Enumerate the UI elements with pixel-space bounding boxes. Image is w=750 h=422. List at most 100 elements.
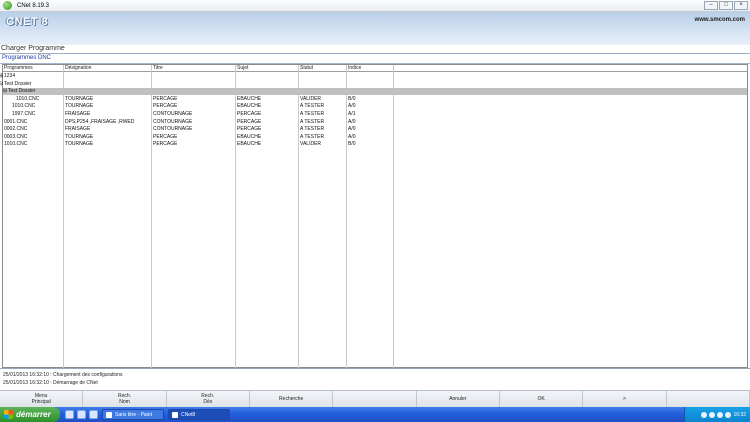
task-paint[interactable]: Sans titre - Paint xyxy=(102,409,164,420)
maximize-button[interactable]: □ xyxy=(719,1,733,10)
program-name: 1997.CNC xyxy=(12,111,36,117)
media-player-icon[interactable] xyxy=(89,410,98,419)
column-header[interactable]: Statut xyxy=(299,65,313,72)
programmes-table: Programmes Désignation Titre Sujet Statu… xyxy=(0,64,748,369)
table-cell: EBAUCHE xyxy=(237,95,262,102)
recherche-button[interactable]: Recherche xyxy=(249,391,334,407)
table-cell: PERCAGE xyxy=(153,133,178,140)
title-bar: CNet 8.19.3 – □ × xyxy=(0,0,750,12)
volume-icon[interactable] xyxy=(725,411,732,418)
windows-taskbar: démarrer Sans titre - Paint CNet8 16:32 xyxy=(0,407,750,422)
table-cell: A TESTER xyxy=(300,103,325,110)
program-name: 1010.CNC xyxy=(4,141,28,148)
table-cell: PERCAGE xyxy=(237,126,262,133)
programmes-panel: Programmes DNC Programmes Désignation Ti… xyxy=(0,53,750,369)
expand-icon[interactable]: ⊞ xyxy=(0,73,3,80)
table-cell: A TESTER xyxy=(300,126,325,133)
paint-icon xyxy=(106,411,112,418)
program-name: 0002.CNC xyxy=(4,126,28,133)
table-row[interactable]: 0003.CNC TOURNAGE PERCAGE EBAUCHE A TESTER A/… xyxy=(3,134,747,141)
website-url: www.smcom.com xyxy=(694,17,745,23)
table-cell: A/0 xyxy=(348,103,356,110)
window-controls: – □ × xyxy=(704,1,748,10)
table-row[interactable]: ⊟ Test Dossier xyxy=(0,81,747,88)
table-row[interactable]: 1010.CNC TOURNAGE PERCAGE EBAUCHE VALIDER B/0 xyxy=(3,141,747,148)
tray-icon[interactable] xyxy=(701,411,708,418)
table-cell: PERCAGE xyxy=(153,95,178,102)
table-row[interactable]: 1010.CNC TOURNAGE PERCAGE EBAUCHE A TESTER A/… xyxy=(3,103,747,110)
table-cell: CONTOURNAGE xyxy=(153,111,193,117)
rech-nom-button[interactable]: Rech. Nom xyxy=(83,391,167,407)
ok-button[interactable]: OK xyxy=(499,391,584,407)
table-cell: EBAUCHE xyxy=(237,103,262,110)
table-cell: A TESTER xyxy=(300,118,325,125)
task-cnet8[interactable]: CNet8 xyxy=(168,409,230,420)
table-cell: TOURNAGE xyxy=(65,133,94,140)
table-header: Programmes Désignation Titre Sujet Statu… xyxy=(3,65,747,72)
table-row[interactable]: ⊞ 1234 xyxy=(0,73,747,80)
system-tray: 16:32 xyxy=(684,407,750,422)
cnet-app-icon xyxy=(172,411,178,418)
program-name: 1234 xyxy=(4,73,16,79)
windows-flag-icon xyxy=(4,410,13,419)
table-cell: VALIDER xyxy=(300,141,322,148)
app-banner: CNET 8 www.smcom.com xyxy=(0,12,750,45)
column-header[interactable]: Titre xyxy=(152,65,163,72)
table-cell: VALIDER xyxy=(300,95,322,102)
window-title: CNet 8.19.3 xyxy=(17,2,50,9)
close-button[interactable]: × xyxy=(734,1,748,10)
rech-des-button[interactable]: Rech. Dés xyxy=(166,391,250,407)
table-cell: PERCAGE xyxy=(237,118,262,125)
table-cell: TOURNAGE xyxy=(65,141,94,148)
table-cell: PERCAGE xyxy=(237,111,262,117)
menu-principal-button[interactable]: Menu Principal xyxy=(0,391,84,407)
table-cell: TOURNAGE xyxy=(65,95,94,102)
log-line: 25/01/2013 16:32:10 : Chargement des con… xyxy=(3,372,123,378)
table-row[interactable]: 0001.CNC DPS,P254 ,FRAISAGE ,RWED CONTOURN… xyxy=(3,119,747,126)
table-row[interactable]: 1997.CNC FRAISAGE CONTOURNAGE PERCAGE A TEST… xyxy=(3,111,747,118)
table-cell: A/0 xyxy=(348,118,356,125)
table-row[interactable]: 1010.CNC TOURNAGE PERCAGE EBAUCHE VALIDER B/0 xyxy=(3,96,747,103)
table-row[interactable]: ⊟ Test Dossier xyxy=(3,88,747,96)
next-button[interactable]: > xyxy=(583,391,667,407)
tray-icon[interactable] xyxy=(717,411,724,418)
clock: 16:32 xyxy=(733,411,746,418)
table-row[interactable]: 0002.CNC FRAISAGE CONTOURNAGE PERCAGE A TEST… xyxy=(3,126,747,133)
tray-icon[interactable] xyxy=(709,411,716,418)
table-cell: A/0 xyxy=(348,126,356,133)
table-cell: A/0 xyxy=(348,133,356,140)
column-header[interactable]: Programmes xyxy=(3,65,33,72)
program-name: 1010.CNC xyxy=(16,95,40,102)
table-cell: CONTOURNAGE xyxy=(153,126,193,133)
start-label: démarrer xyxy=(16,410,51,419)
table-cell: EBAUCHE xyxy=(237,133,262,140)
table-cell: TOURNAGE xyxy=(65,103,94,110)
table-cell: FRAISAGE xyxy=(65,126,91,133)
browser-icon[interactable] xyxy=(77,410,86,419)
table-cell: B/0 xyxy=(348,95,356,102)
program-name: Test Dossier xyxy=(8,88,36,95)
table-cell: A TESTER xyxy=(300,111,325,117)
table-cell: A TESTER xyxy=(300,133,325,140)
blank-button[interactable] xyxy=(333,391,417,407)
minimize-button[interactable]: – xyxy=(704,1,718,10)
quick-launch xyxy=(65,410,98,419)
panel-title: Programmes DNC xyxy=(2,55,52,61)
column-header[interactable]: Désignation xyxy=(64,65,91,72)
column-header[interactable]: Sujet xyxy=(236,65,248,72)
annuler-button[interactable]: Annuler xyxy=(416,391,500,407)
action-bar: Menu Principal Rech. Nom Rech. Dés Recherch… xyxy=(0,390,750,407)
collapse-icon[interactable]: ⊟ xyxy=(0,81,3,88)
table-cell: PERCAGE xyxy=(153,103,178,110)
cnet-app-icon xyxy=(3,1,12,10)
column-header[interactable]: Indice xyxy=(347,65,361,72)
blank2-button[interactable] xyxy=(666,391,750,407)
program-name: 0003.CNC xyxy=(4,133,28,140)
log-line: 25/01/2013 16:32:10 : Démarrage de CNet xyxy=(3,380,98,386)
program-name: 0001.CNC xyxy=(4,118,28,125)
collapse-icon[interactable]: ⊟ xyxy=(3,88,7,95)
table-cell: PERCAGE xyxy=(153,141,178,148)
start-button[interactable]: démarrer xyxy=(0,407,60,422)
task-label: CNet8 xyxy=(181,411,196,418)
show-desktop-icon[interactable] xyxy=(65,410,74,419)
